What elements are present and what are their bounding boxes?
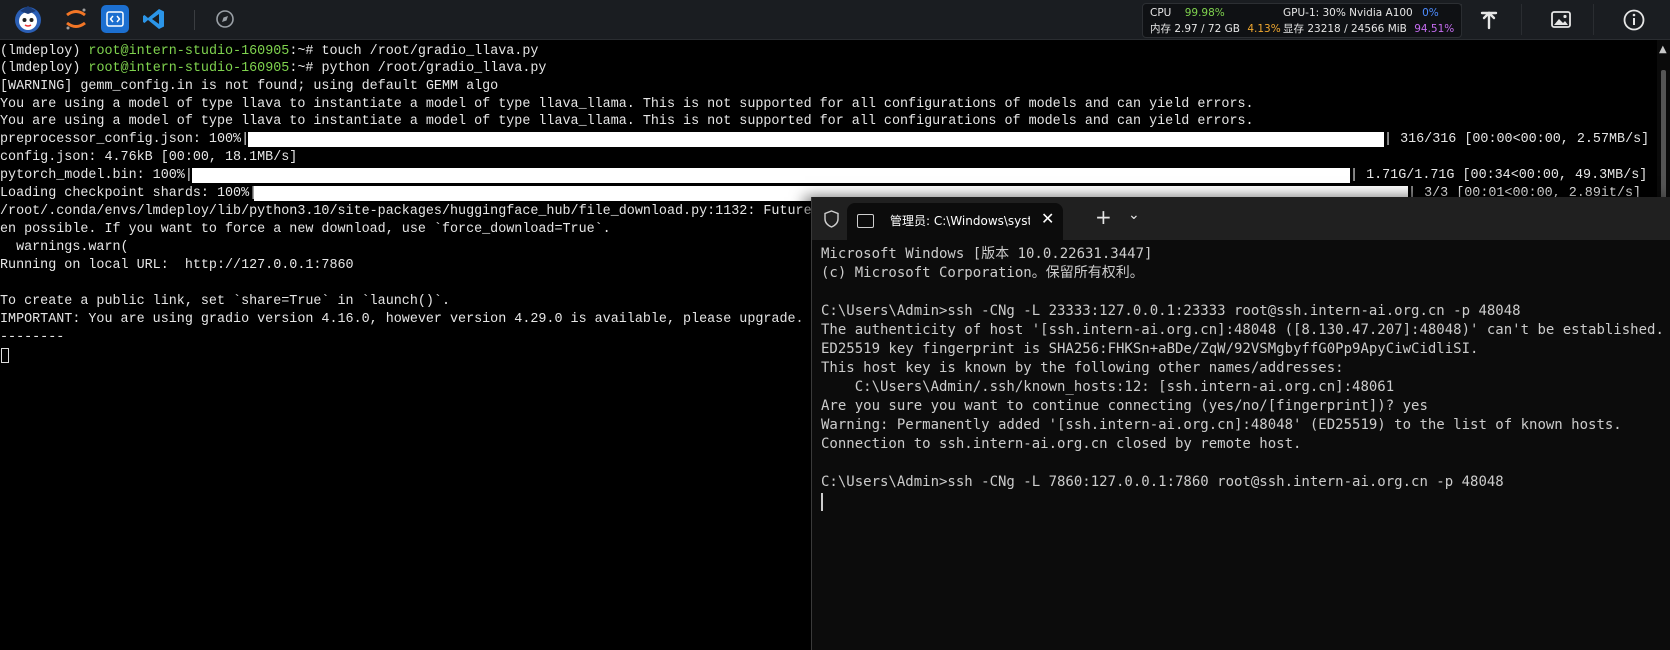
- terminal-cursor: [1, 348, 9, 363]
- tab-title: 管理员: C:\Windows\system32\cmd.exe: [890, 214, 1030, 228]
- terminal-line: This host key is known by the following …: [821, 360, 1344, 376]
- scroll-up-icon[interactable]: ▲: [1659, 44, 1667, 55]
- resource-monitor: CPU 99.98% 内存 2.97 / 72 GB 4.13% GPU-1: …: [1142, 3, 1462, 38]
- close-tab-icon[interactable]: ✕: [1041, 209, 1054, 228]
- preprocessor-progress-bar: [248, 132, 1384, 147]
- terminal-line: [WARNING] gemm_config.in is not found; u…: [0, 79, 499, 94]
- terminal-line: The authenticity of host '[ssh.intern-ai…: [821, 322, 1664, 338]
- toolbar-separator: [1521, 4, 1522, 35]
- terminal-line: C:\Users\Admin/.ssh/known_hosts:12: [ssh…: [821, 379, 1395, 395]
- terminal-line: (lmdeploy) root@intern-studio-160905:~# …: [0, 44, 539, 59]
- admin-shield-icon: [823, 210, 840, 228]
- model-download-progress-bar: [192, 168, 1350, 183]
- terminal-line: Microsoft Windows [版本 10.0.22631.3447]: [821, 246, 1153, 262]
- windows-terminal-window[interactable]: 管理员: C:\Windows\system32\cmd.exe ✕ + ⌄ M…: [811, 197, 1670, 650]
- top-toolbar: CPU 99.98% 内存 2.97 / 72 GB 4.13% GPU-1: …: [0, 0, 1670, 40]
- terminal-line: C:\Users\Admin>ssh -CNg -L 23333:127.0.0…: [821, 303, 1521, 319]
- gpu-value: 0%: [1422, 7, 1439, 19]
- terminal-line: Warning: Permanently added '[ssh.intern-…: [821, 417, 1622, 433]
- terminal-cursor: [821, 493, 823, 511]
- terminal-line: Running on local URL: http://127.0.0.1:7…: [0, 258, 354, 273]
- terminal-line: C:\Users\Admin>ssh -CNg -L 7860:127.0.0.…: [821, 474, 1504, 490]
- terminal-line: You are using a model of type llava to i…: [0, 114, 1254, 129]
- terminal-line: To create a public link, set `share=True…: [0, 294, 450, 309]
- terminal-line: warnings.warn(: [0, 240, 129, 255]
- terminal-tab[interactable]: 管理员: C:\Windows\system32\cmd.exe ✕: [847, 203, 1063, 240]
- terminal-line: Are you sure you want to continue connec…: [821, 398, 1428, 414]
- terminal-line: (lmdeploy) root@intern-studio-160905:~# …: [0, 61, 547, 76]
- progress-suffix: | 316/316 [00:00<00:00, 2.57MB/s]: [1384, 132, 1650, 147]
- toolbar-separator: [1461, 4, 1462, 35]
- terminal-line: --------: [0, 330, 65, 345]
- terminal-line: ED25519 key fingerprint is SHA256:FHKSn+…: [821, 341, 1479, 357]
- vscode-icon[interactable]: [140, 5, 168, 33]
- cmd-icon: [857, 214, 874, 228]
- cpu-label: CPU: [1150, 7, 1172, 19]
- image-icon[interactable]: [1549, 8, 1573, 32]
- terminal-line: Loading checkpoint shards: 100%|: [0, 186, 258, 201]
- terminal-line: en possible. If you want to force a new …: [0, 222, 611, 237]
- vram-value: 94.51%: [1414, 23, 1455, 35]
- cpu-value: 99.98%: [1184, 7, 1225, 19]
- gpu-label: GPU-1: 30% Nvidia A100: [1283, 7, 1413, 19]
- info-icon[interactable]: [1622, 8, 1646, 32]
- new-tab-icon[interactable]: +: [1095, 205, 1112, 229]
- terminal-line: You are using a model of type llava to i…: [0, 97, 1254, 112]
- vram-label: 显存 23218 / 24566 MiB: [1283, 23, 1407, 35]
- fork-icon[interactable]: [1477, 8, 1501, 32]
- terminal-line: pytorch_model.bin: 100%|: [0, 168, 193, 183]
- windows-terminal-titlebar: 管理员: C:\Windows\system32\cmd.exe ✕ + ⌄: [812, 197, 1670, 240]
- toolbar-separator: [1593, 4, 1594, 35]
- jupyter-icon[interactable]: [62, 5, 90, 33]
- memory-value: 4.13%: [1247, 23, 1281, 35]
- terminal-line: Connection to ssh.intern-ai.org.cn close…: [821, 436, 1302, 452]
- memory-label: 内存 2.97 / 72 GB: [1150, 23, 1240, 35]
- terminal-line: /root/.conda/envs/lmdeploy/lib/python3.1…: [0, 204, 820, 219]
- terminal-line: IMPORTANT: You are using gradio version …: [0, 312, 804, 327]
- terminal-line: preprocessor_config.json: 100%|: [0, 132, 250, 147]
- terminal-line: config.json: 4.76kB [00:00, 18.1MB/s]: [0, 150, 298, 165]
- progress-suffix: | 1.71G/1.71G [00:34<00:00, 49.3MB/s]: [1350, 168, 1648, 183]
- intern-studio-logo-icon[interactable]: [12, 3, 44, 35]
- toolbar-separator: [194, 10, 195, 30]
- windows-terminal-output[interactable]: Microsoft Windows [版本 10.0.22631.3447] (…: [821, 245, 1670, 645]
- code-server-icon[interactable]: [101, 5, 129, 33]
- terminal-line: (c) Microsoft Corporation。保留所有权利。: [821, 265, 1144, 281]
- chevron-down-icon[interactable]: ⌄: [1128, 207, 1140, 223]
- compass-icon[interactable]: [211, 5, 239, 33]
